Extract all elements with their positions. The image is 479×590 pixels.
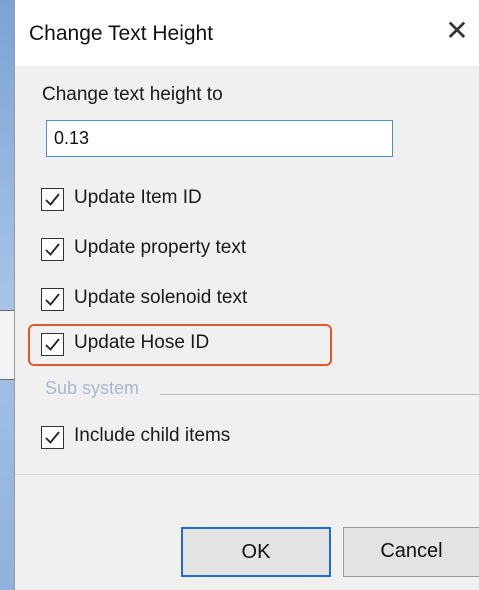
background-window-edge	[0, 0, 14, 590]
cancel-button[interactable]: Cancel	[343, 527, 479, 577]
update-item-id-checkbox[interactable]	[41, 188, 64, 211]
update-hose-id-checkbox[interactable]	[41, 333, 64, 356]
title-bar: Change Text Height ✕	[15, 0, 479, 66]
update-hose-id-label: Update Hose ID	[74, 332, 210, 353]
update-solenoid-text-label: Update solenoid text	[74, 287, 248, 308]
button-area-separator	[15, 474, 479, 475]
update-property-text-label: Update property text	[74, 237, 247, 258]
include-child-items-checkbox[interactable]	[41, 426, 64, 449]
close-icon[interactable]: ✕	[440, 14, 474, 48]
checkmark-icon	[45, 193, 60, 206]
checkmark-icon	[45, 431, 60, 444]
text-height-input[interactable]: 0.13	[46, 120, 393, 157]
include-child-items-label: Include child items	[74, 425, 231, 446]
update-solenoid-text-checkbox[interactable]	[41, 288, 64, 311]
checkmark-icon	[45, 293, 60, 306]
group-divider	[160, 394, 479, 395]
checkmark-icon	[45, 338, 60, 351]
ok-button[interactable]: OK	[181, 527, 331, 577]
height-label: Change text height to	[42, 84, 223, 105]
update-property-text-checkbox[interactable]	[41, 238, 64, 261]
change-text-height-dialog: Change Text Height ✕ Change text height …	[14, 0, 479, 590]
sub-system-group-label: Sub system	[45, 378, 140, 398]
update-item-id-label: Update Item ID	[74, 187, 202, 208]
checkmark-icon	[45, 243, 60, 256]
dialog-title: Change Text Height	[29, 22, 214, 45]
